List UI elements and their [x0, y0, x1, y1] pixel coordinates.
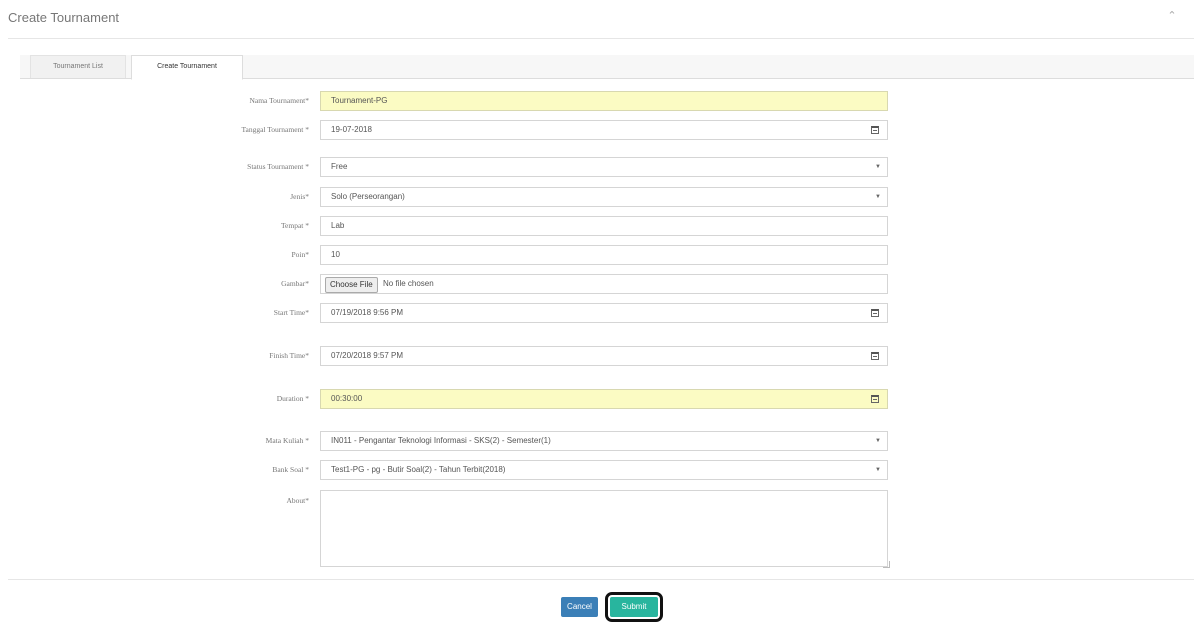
tab-bar: Tournament List Create Tournament [20, 55, 1194, 80]
mata-kuliah-label: Mata Kuliah * [265, 436, 309, 445]
divider [8, 38, 1194, 39]
tanggal-value: 19-07-2018 [331, 125, 372, 134]
tab-tournament-list[interactable]: Tournament List [30, 55, 126, 78]
status-value: Free [331, 162, 348, 171]
choose-file-button[interactable]: Choose File [325, 277, 378, 293]
calendar-icon[interactable] [871, 309, 879, 317]
mata-kuliah-value: IN011 - Pengantar Teknologi Informasi - … [331, 436, 551, 445]
start-time-input[interactable]: 07/19/2018 9:56 PM [320, 303, 888, 323]
tempat-input[interactable]: Lab [320, 216, 888, 236]
finish-time-label: Finish Time* [269, 351, 309, 360]
caret-down-icon: ▼ [875, 467, 881, 473]
caret-down-icon: ▼ [875, 194, 881, 200]
bank-soal-select[interactable]: Test1-PG - pg - Butir Soal(2) - Tahun Te… [320, 460, 888, 480]
finish-time-input[interactable]: 07/20/2018 9:57 PM [320, 346, 888, 366]
gambar-label: Gambar* [281, 279, 309, 288]
tanggal-input[interactable]: 19-07-2018 [320, 120, 888, 140]
jenis-value: Solo (Perseorangan) [331, 192, 405, 201]
duration-input[interactable]: 00:30:00 [320, 389, 888, 409]
file-status: No file chosen [383, 279, 434, 288]
start-time-label: Start Time* [273, 308, 309, 317]
status-select[interactable]: Free ▼ [320, 157, 888, 177]
about-textarea[interactable] [320, 490, 888, 567]
gambar-file-input: Choose File No file chosen [320, 274, 888, 294]
start-time-value: 07/19/2018 9:56 PM [331, 308, 404, 317]
jenis-label: Jenis* [290, 192, 309, 201]
nama-label: Nama Tournament* [249, 96, 309, 105]
poin-label: Poin* [291, 250, 309, 259]
tanggal-label: Tanggal Tournament * [241, 125, 309, 134]
jenis-select[interactable]: Solo (Perseorangan) ▼ [320, 187, 888, 207]
divider [8, 579, 1194, 580]
submit-button[interactable]: Submit [605, 592, 663, 622]
bank-soal-value: Test1-PG - pg - Butir Soal(2) - Tahun Te… [331, 465, 506, 474]
calendar-icon[interactable] [871, 395, 879, 403]
chevron-up-icon[interactable]: ⌃ [1164, 8, 1180, 24]
mata-kuliah-select[interactable]: IN011 - Pengantar Teknologi Informasi - … [320, 431, 888, 451]
tab-create-tournament[interactable]: Create Tournament [131, 55, 243, 80]
bank-soal-label: Bank Soal * [272, 465, 309, 474]
page-title: Create Tournament [8, 10, 120, 25]
calendar-icon[interactable] [871, 352, 879, 360]
duration-value: 00:30:00 [331, 394, 363, 403]
about-label: About* [286, 496, 310, 505]
nama-input[interactable]: Tournament-PG [320, 91, 888, 111]
finish-time-value: 07/20/2018 9:57 PM [331, 351, 404, 360]
calendar-icon[interactable] [871, 126, 879, 134]
tempat-label: Tempat * [280, 221, 309, 230]
status-label: Status Tournament * [247, 162, 309, 171]
create-tournament-panel: Create Tournament ⌃ Tournament List Crea… [8, 0, 1194, 624]
cancel-button[interactable]: Cancel [561, 597, 598, 617]
duration-label: Duration * [276, 394, 309, 403]
caret-down-icon: ▼ [875, 164, 881, 170]
caret-down-icon: ▼ [875, 438, 881, 444]
resize-handle-icon[interactable] [883, 561, 890, 568]
poin-input[interactable]: 10 [320, 245, 888, 265]
